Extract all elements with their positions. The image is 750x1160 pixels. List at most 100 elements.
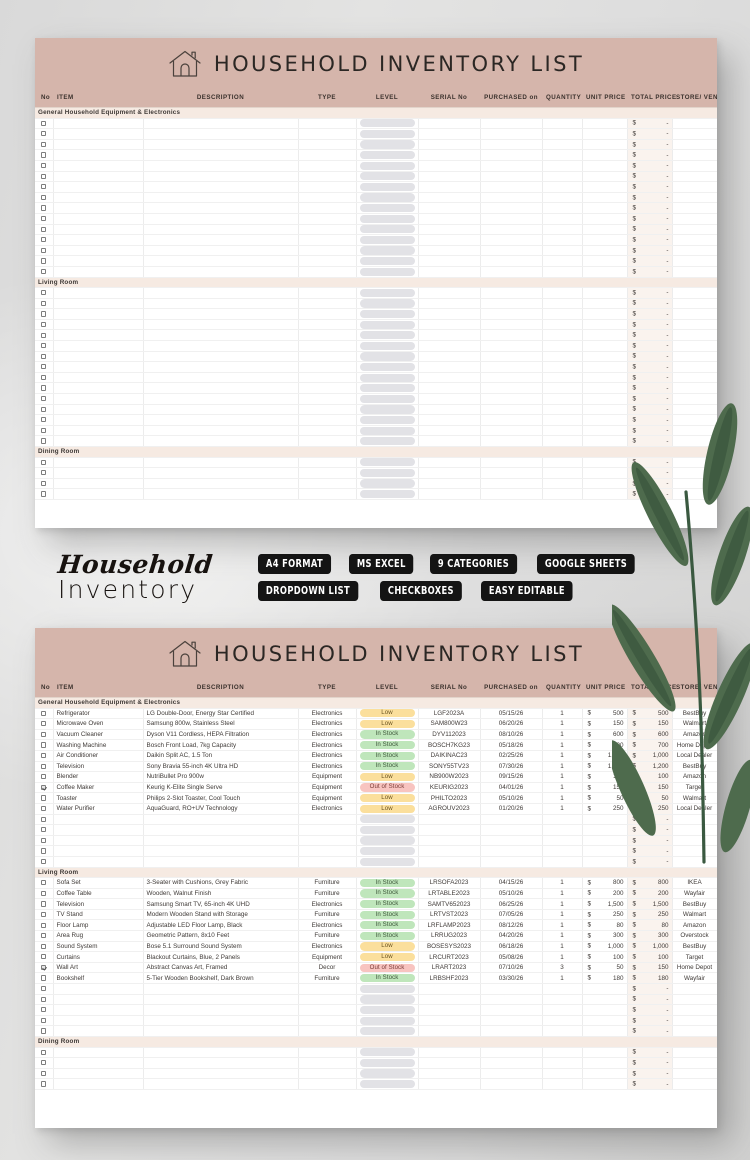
row-checkbox-cell[interactable] xyxy=(35,488,54,500)
level-cell[interactable] xyxy=(356,255,419,267)
level-cell[interactable] xyxy=(356,404,419,416)
checkbox-unchecked[interactable] xyxy=(41,954,47,960)
level-placeholder[interactable] xyxy=(359,394,415,403)
level-placeholder[interactable] xyxy=(359,426,415,435)
table-row[interactable]: $ - xyxy=(35,245,717,257)
checkbox-unchecked[interactable] xyxy=(41,805,47,812)
level-cell[interactable] xyxy=(356,478,419,490)
level-cell[interactable]: Low xyxy=(356,708,419,720)
level-cell[interactable]: Low xyxy=(356,803,419,815)
table-row[interactable]: Vacuum Cleaner Dyson V11 Cordless, HEPA F… xyxy=(35,729,717,741)
level-cell[interactable]: Out of Stock xyxy=(356,782,419,794)
checkbox-unchecked[interactable] xyxy=(41,321,47,328)
level-placeholder[interactable] xyxy=(359,320,415,329)
checkbox-unchecked[interactable] xyxy=(41,406,47,412)
table-row[interactable]: $ - xyxy=(35,308,717,320)
row-checkbox-cell[interactable] xyxy=(35,930,54,942)
level-placeholder[interactable] xyxy=(359,984,415,993)
level-cell[interactable] xyxy=(356,245,419,257)
checkbox-unchecked[interactable] xyxy=(41,848,47,854)
checkbox-unchecked[interactable] xyxy=(41,933,47,939)
table-row[interactable]: $ - xyxy=(35,1025,717,1037)
checkbox-unchecked[interactable] xyxy=(41,1049,47,1055)
checkbox-unchecked[interactable] xyxy=(41,880,47,886)
checkbox-unchecked[interactable] xyxy=(41,901,47,907)
level-cell[interactable] xyxy=(356,393,419,405)
row-checkbox-cell[interactable] xyxy=(35,478,54,490)
row-checkbox-cell[interactable] xyxy=(35,351,54,363)
row-checkbox-cell[interactable] xyxy=(35,255,54,267)
level-cell[interactable] xyxy=(356,845,419,857)
level-cell[interactable]: In Stock xyxy=(356,909,419,921)
level-cell[interactable] xyxy=(356,414,419,426)
row-checkbox-cell[interactable] xyxy=(35,171,54,183)
level-cell[interactable]: In Stock xyxy=(356,750,419,762)
checkbox-unchecked[interactable] xyxy=(41,827,47,833)
level-cell[interactable] xyxy=(356,856,419,868)
row-checkbox-cell[interactable] xyxy=(35,761,54,773)
checkbox-unchecked[interactable] xyxy=(41,721,47,727)
level-cell[interactable] xyxy=(356,160,419,172)
table-row[interactable]: Toaster Philips 2-Slot Toaster, Cool Touc… xyxy=(35,792,717,804)
level-cell[interactable] xyxy=(356,425,419,437)
row-checkbox-cell[interactable] xyxy=(35,941,54,953)
table-row[interactable]: $ - xyxy=(35,287,717,299)
level-badge-low[interactable]: Low xyxy=(359,942,415,951)
table-row[interactable]: $ - xyxy=(35,160,717,172)
level-cell[interactable]: Low xyxy=(356,792,419,804)
row-checkbox-cell[interactable] xyxy=(35,803,54,815)
level-placeholder[interactable] xyxy=(359,490,415,499)
checkbox-unchecked[interactable] xyxy=(41,268,47,275)
row-checkbox-cell[interactable] xyxy=(35,983,54,995)
table-row[interactable]: $ - xyxy=(35,1078,717,1090)
level-placeholder[interactable] xyxy=(359,288,415,297)
row-checkbox-cell[interactable] xyxy=(35,898,54,910)
checkbox-unchecked[interactable] xyxy=(41,141,47,147)
level-placeholder[interactable] xyxy=(359,140,415,149)
row-checkbox-cell[interactable] xyxy=(35,382,54,395)
level-badge-low[interactable]: Low xyxy=(359,719,415,729)
table-row[interactable]: $ - xyxy=(35,856,717,868)
table-row[interactable]: $ - xyxy=(35,382,717,395)
row-checkbox-cell[interactable] xyxy=(35,372,54,384)
checkbox-unchecked[interactable] xyxy=(41,1028,47,1034)
table-row[interactable]: Washing Machine Bosch Front Load, 7kg Cap… xyxy=(35,739,717,751)
checkbox-unchecked[interactable] xyxy=(41,332,47,338)
checkbox-unchecked[interactable] xyxy=(41,795,47,801)
table-row[interactable]: $ - xyxy=(35,814,717,826)
table-row[interactable]: Water Purifier AquaGuard, RO+UV Technolog… xyxy=(35,803,717,815)
row-checkbox-cell[interactable] xyxy=(35,739,54,751)
checkbox-unchecked[interactable] xyxy=(41,911,47,918)
table-row[interactable]: $ - xyxy=(35,361,717,373)
checkbox-unchecked[interactable] xyxy=(41,364,47,370)
table-row[interactable]: $ - xyxy=(35,171,717,183)
table-row[interactable]: $ - xyxy=(35,478,717,490)
level-placeholder[interactable] xyxy=(359,331,415,340)
level-cell[interactable] xyxy=(356,340,419,352)
level-cell[interactable] xyxy=(356,488,419,500)
level-placeholder[interactable] xyxy=(359,1027,415,1036)
table-row[interactable]: $ - xyxy=(35,128,717,140)
level-placeholder[interactable] xyxy=(359,815,415,824)
checkbox-unchecked[interactable] xyxy=(41,343,47,349)
checkbox-checked[interactable] xyxy=(41,964,47,971)
level-cell[interactable]: Low xyxy=(356,771,419,783)
level-placeholder[interactable] xyxy=(359,415,415,425)
row-checkbox-cell[interactable] xyxy=(35,729,54,741)
level-badge-low[interactable]: Low xyxy=(359,952,415,962)
level-placeholder[interactable] xyxy=(359,204,415,213)
checkbox-unchecked[interactable] xyxy=(41,290,47,296)
checkbox-unchecked[interactable] xyxy=(41,374,47,381)
level-cell[interactable] xyxy=(356,1068,419,1080)
checkbox-unchecked[interactable] xyxy=(41,258,47,264)
row-checkbox-cell[interactable] xyxy=(35,951,54,963)
checkbox-unchecked[interactable] xyxy=(41,396,47,402)
row-checkbox-cell[interactable] xyxy=(35,962,54,974)
row-checkbox-cell[interactable] xyxy=(35,845,54,857)
level-placeholder[interactable] xyxy=(359,151,415,160)
checkbox-unchecked[interactable] xyxy=(41,459,47,465)
level-placeholder[interactable] xyxy=(359,825,415,835)
level-placeholder[interactable] xyxy=(359,405,415,414)
row-checkbox-cell[interactable] xyxy=(35,1047,54,1059)
level-placeholder[interactable] xyxy=(359,267,415,276)
